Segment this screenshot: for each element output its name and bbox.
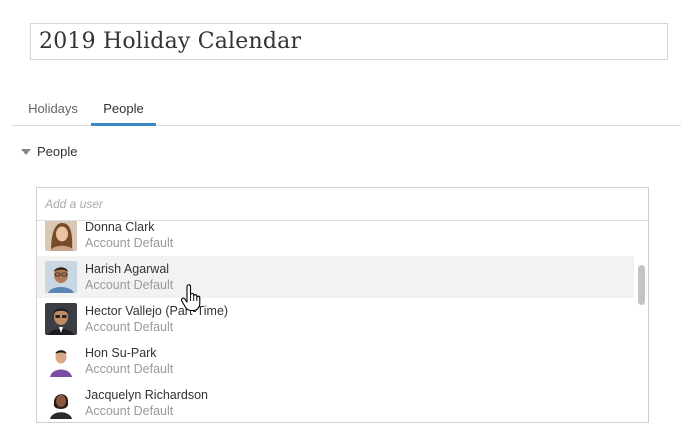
user-setting: Account Default: [85, 403, 174, 418]
user-setting: Account Default: [85, 319, 174, 334]
user-setting: Account Default: [85, 235, 174, 250]
caret-down-icon[interactable]: [21, 148, 31, 155]
tab-holidays[interactable]: Holidays: [18, 92, 88, 125]
people-section-label: People: [37, 143, 78, 159]
tab-people[interactable]: People: [91, 92, 156, 126]
user-row-hon-su-park[interactable]: Hon Su-Park Account Default: [37, 340, 634, 382]
user-row-donna-clark[interactable]: Donna Clark Account Default: [37, 221, 634, 256]
scroll-thumb[interactable]: [638, 265, 645, 305]
user-name: Hon Su-Park: [85, 345, 157, 360]
user-name: Harish Agarwal: [85, 261, 170, 276]
list-scrollbar[interactable]: [636, 221, 646, 422]
tab-bar: Holidays People: [12, 92, 681, 126]
avatar: [45, 345, 77, 377]
user-setting: Account Default: [85, 361, 174, 376]
people-picker: Donna Clark Account Default: [36, 187, 649, 423]
avatar: [45, 387, 77, 419]
calendar-title-field[interactable]: 2019 Holiday Calendar: [30, 23, 668, 60]
people-section-toggle[interactable]: People: [21, 141, 77, 161]
user-row-hector-vallejo[interactable]: Hector Vallejo (Part-Time) Account Defau…: [37, 298, 634, 340]
user-list: Donna Clark Account Default Harish Agarw…: [37, 221, 648, 422]
user-name: Donna Clark: [85, 221, 155, 234]
user-name: Hector Vallejo (Part-Time): [85, 303, 229, 318]
avatar: [45, 261, 77, 293]
page: 2019 Holiday Calendar Holidays People Pe…: [0, 0, 693, 446]
add-user-input[interactable]: [37, 188, 648, 221]
user-setting: Account Default: [85, 277, 174, 292]
user-name: Jacquelyn Richardson: [85, 387, 208, 402]
calendar-title[interactable]: 2019 Holiday Calendar: [39, 29, 301, 54]
avatar: [45, 303, 77, 335]
avatar: [45, 221, 77, 251]
user-row-harish-agarwal[interactable]: Harish Agarwal Account Default: [37, 256, 634, 298]
user-row-jacquelyn-richardson[interactable]: Jacquelyn Richardson Account Default: [37, 382, 634, 422]
